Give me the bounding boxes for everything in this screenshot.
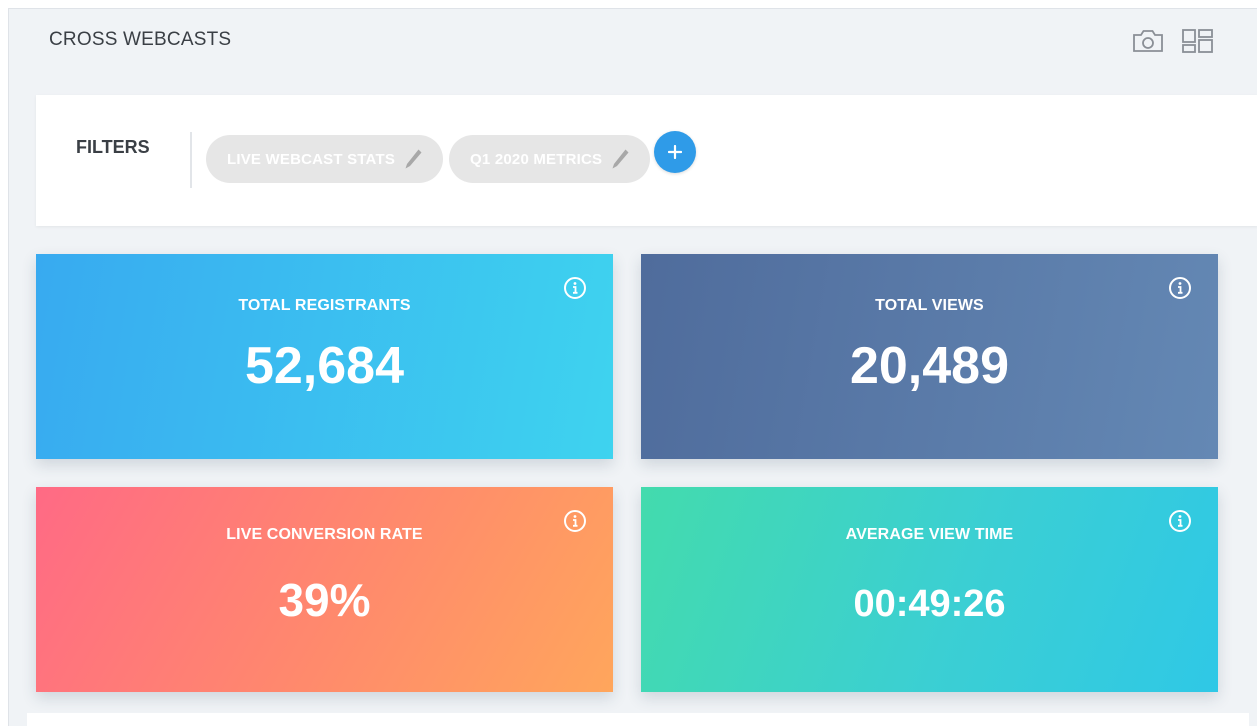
stat-card-total-views[interactable]: TOTAL VIEWS 20,489 <box>641 254 1218 459</box>
next-panel-edge <box>27 713 1249 726</box>
stat-card-value: 00:49:26 <box>853 583 1006 625</box>
stat-card-value: 52,684 <box>244 337 405 395</box>
info-icon[interactable] <box>563 276 587 300</box>
plus-icon <box>668 145 683 159</box>
dashboard-frame: CROSS WEBCASTS FILTERS LIVE WEBCAST STAT… <box>8 8 1257 726</box>
filter-chips: LIVE WEBCAST STATS Q1 2020 METRICS <box>206 131 697 183</box>
filter-chip-live-webcast-stats[interactable]: LIVE WEBCAST STATS <box>206 135 444 183</box>
filter-chip-q1-2020-metrics[interactable]: Q1 2020 METRICS <box>449 135 651 183</box>
stat-card-title: TOTAL VIEWS <box>875 297 984 314</box>
pencil-icon[interactable] <box>610 147 630 171</box>
pencil-icon[interactable] <box>403 147 423 171</box>
filter-chip-label: LIVE WEBCAST STATS <box>227 150 396 168</box>
stat-card-title: AVERAGE VIEW TIME <box>845 526 1014 543</box>
stat-card-total-registrants[interactable]: TOTAL REGISTRANTS 52,684 <box>36 254 613 459</box>
camera-icon[interactable] <box>1131 27 1165 55</box>
filters-panel: FILTERS LIVE WEBCAST STATS Q1 2020 METRI… <box>36 95 1257 226</box>
stat-card-value: 39% <box>278 574 371 626</box>
dashboard-layout-icon[interactable] <box>1181 27 1215 55</box>
info-icon[interactable] <box>1168 509 1192 533</box>
filter-chip-label: Q1 2020 METRICS <box>470 150 603 168</box>
stat-card-title: TOTAL REGISTRANTS <box>238 297 411 314</box>
filters-divider <box>190 132 192 188</box>
filters-label: FILTERS <box>76 137 150 157</box>
stat-card-title: LIVE CONVERSION RATE <box>226 526 423 543</box>
header-actions <box>1131 27 1215 55</box>
stat-card-live-conversion-rate[interactable]: LIVE CONVERSION RATE 39% <box>36 487 613 692</box>
stat-card-value: 20,489 <box>849 337 1010 395</box>
stat-card-average-view-time[interactable]: AVERAGE VIEW TIME 00:49:26 <box>641 487 1218 692</box>
add-filter-button[interactable] <box>654 131 697 173</box>
page-title: CROSS WEBCASTS <box>49 29 232 50</box>
info-icon[interactable] <box>563 509 587 533</box>
info-icon[interactable] <box>1168 276 1192 300</box>
